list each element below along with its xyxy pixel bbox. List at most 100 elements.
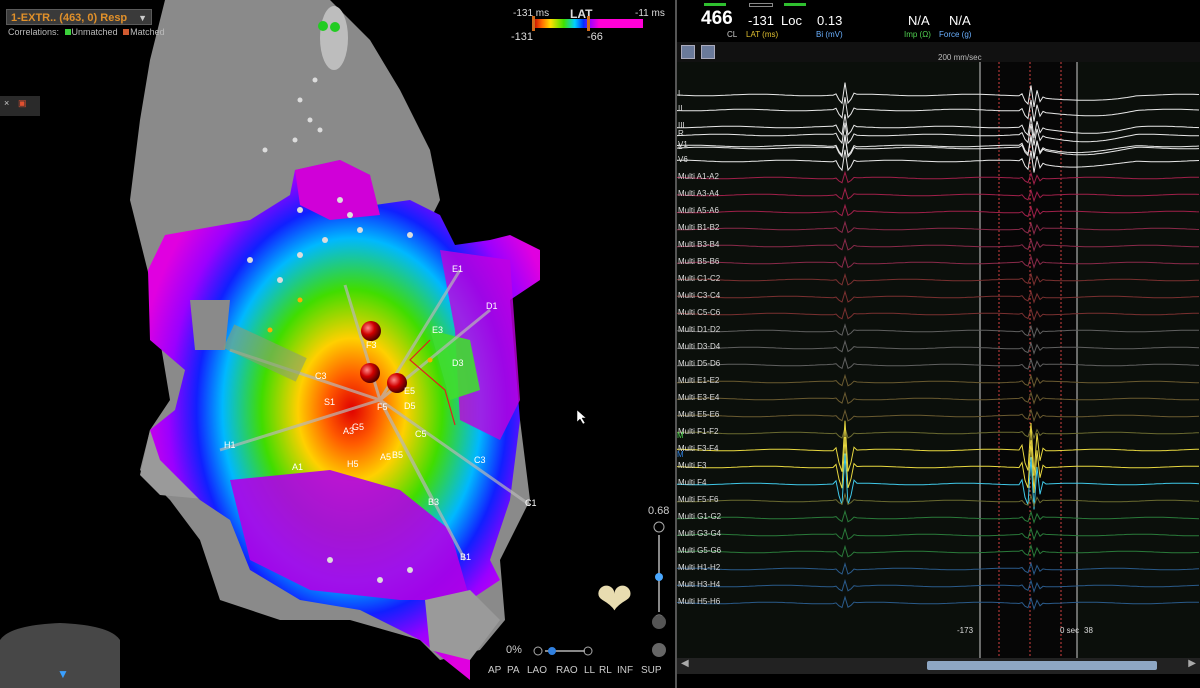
lead-label[interactable]: Multi F4 — [678, 478, 706, 487]
ecg-settings-button[interactable] — [681, 45, 695, 59]
loc-label: Loc — [781, 13, 802, 28]
view-button-ll[interactable]: LL — [584, 665, 595, 676]
ecg-trace-canvas[interactable] — [677, 62, 1200, 658]
lead-label[interactable]: II — [678, 104, 682, 113]
reset-view-icon[interactable] — [652, 615, 666, 629]
electrode-label: B1 — [460, 552, 471, 562]
lead-label[interactable]: Multi H5-H6 — [678, 597, 720, 606]
lead-label[interactable]: Multi A5-A6 — [678, 206, 719, 215]
lead-label[interactable]: Multi G1-G2 — [678, 512, 721, 521]
lat-unit-label: LAT (ms) — [746, 30, 779, 39]
lead-label[interactable]: Multi D3-D4 — [678, 342, 720, 351]
zoom-percent: 0% — [506, 644, 522, 656]
zoom-value: 0.68 — [648, 505, 670, 517]
lat-color-scale: -131 ms LAT -11 ms -131 -66 — [507, 0, 667, 46]
lead-label[interactable]: Multi C5-C6 — [678, 308, 720, 317]
electrode-label: F5 — [377, 402, 388, 412]
scroll-right-icon[interactable]: ▶ — [1188, 658, 1196, 669]
lead-label[interactable]: Multi E5-E6 — [678, 410, 719, 419]
bi-label: Bi (mV) — [816, 30, 843, 39]
view-button-inf[interactable]: INF — [617, 665, 633, 676]
lead-label[interactable]: Multi F3-F4 — [678, 444, 718, 453]
chevron-down-icon[interactable]: ▼ — [138, 10, 147, 26]
imp-value: N/A — [908, 13, 930, 28]
ecg-traces[interactable]: I II III R L V1 V6 Multi A1-A2 Multi A3-A4 Multi … — [677, 62, 1200, 658]
imp-label: Imp (Ω) — [904, 30, 931, 39]
lead-label[interactable]: Multi B5-B6 — [678, 257, 719, 266]
lead-label[interactable]: Multi A1-A2 — [678, 172, 719, 181]
lead-label[interactable]: Multi E3-E4 — [678, 393, 719, 402]
heart-icon[interactable]: ❤ — [596, 575, 633, 625]
ecg-layout-button[interactable] — [701, 45, 715, 59]
electrode-label: D3 — [452, 358, 464, 368]
view-button-sup[interactable]: SUP — [641, 665, 662, 676]
lead-label[interactable]: R — [678, 129, 684, 138]
lead-label[interactable]: Multi C3-C4 — [678, 291, 720, 300]
lead-label[interactable]: Multi B3-B4 — [678, 240, 719, 249]
view-button-ap[interactable]: AP — [488, 665, 501, 676]
bi-value: 0.13 — [817, 13, 843, 28]
electrode-label: C5 — [415, 429, 427, 439]
close-icon[interactable]: × — [4, 98, 9, 108]
mouse-cursor-icon — [576, 409, 587, 425]
map-name: 1-EXTR.. (463, 0) Resp — [11, 12, 128, 24]
lead-label[interactable]: Multi F3 — [678, 461, 706, 470]
zoom-slider-thumb[interactable] — [655, 573, 663, 581]
view-button-lao[interactable]: LAO — [527, 665, 547, 676]
electrode-label: D1 — [486, 301, 498, 311]
lead-label[interactable]: V6 — [678, 155, 688, 164]
scroll-thumb[interactable] — [927, 661, 1157, 670]
ecg-scrollbar[interactable]: ◀ ▶ — [677, 658, 1200, 674]
lead-label[interactable]: V1 — [678, 140, 688, 149]
electrode-label: S1 — [324, 397, 335, 407]
lat-high-handle[interactable] — [587, 16, 590, 31]
navigation-compass-icon[interactable]: ▼ — [57, 667, 69, 681]
matched-swatch — [123, 29, 130, 35]
lead-label[interactable]: Multi A3-A4 — [678, 189, 719, 198]
lead-label[interactable]: I — [678, 89, 680, 98]
lead-label[interactable]: Multi D5-D6 — [678, 359, 720, 368]
electrode-label: F3 — [366, 340, 377, 350]
ecg-pane: 466 CL -131 Loc LAT (ms) 0.13 Bi (mV) N/… — [677, 0, 1200, 688]
electrode-label: E1 — [452, 264, 463, 274]
map-selector[interactable]: 1-EXTR.. (463, 0) Resp ▼ — [6, 9, 152, 25]
reference-marker: M — [677, 431, 684, 440]
electrode-label: A1 — [292, 462, 303, 472]
correlations-legend: Correlations: Unmatched Matched — [8, 27, 165, 37]
lead-label[interactable]: Multi C1-C2 — [678, 274, 720, 283]
lead-label[interactable]: Multi H1-H2 — [678, 563, 720, 572]
reference-marker: M — [677, 450, 684, 459]
electrode-label: A3 — [343, 426, 354, 436]
lat-low-handle[interactable] — [532, 16, 535, 31]
view-button-pa[interactable]: PA — [507, 665, 520, 676]
timeline-zero: 0 sec — [1060, 626, 1080, 635]
lead-label[interactable]: Multi B1-B2 — [678, 223, 719, 232]
lead-label[interactable]: Multi G5-G6 — [678, 546, 721, 555]
electrode-label: B3 — [428, 497, 439, 507]
view-button-rl[interactable]: RL — [599, 665, 612, 676]
scroll-left-icon[interactable]: ◀ — [681, 658, 689, 669]
timeline-right: 38 — [1084, 626, 1093, 635]
lead-label[interactable]: Multi H3-H4 — [678, 580, 720, 589]
anatomy-map-canvas[interactable]: E1D1E3F3D3C3F5E5D5S1G5A3 C5A5 B5H5 C3C1B3B1… — [0, 0, 676, 688]
electrode-label: B5 — [392, 450, 403, 460]
tab-indicator — [704, 3, 726, 6]
electrode-label: C3 — [474, 455, 486, 465]
lead-label[interactable]: Multi G3-G4 — [678, 529, 721, 538]
lead-label[interactable]: Multi F1-F2 — [678, 427, 718, 436]
electrode-label: E5 — [404, 386, 415, 396]
lead-label[interactable]: Multi E1-E2 — [678, 376, 719, 385]
lat-high-value: -66 — [587, 31, 603, 43]
map-pane[interactable]: E1 D1 E3 F3 D3 C3 F5 E5 D5 S1 G5 A3 C5 A5 B5 H5 C3 C1 B3 B1… — [0, 0, 676, 688]
ablation-lesion — [361, 321, 381, 341]
unmatched-label: Unmatched — [71, 27, 118, 37]
cl-value: 466 — [701, 8, 733, 29]
points-tool-icon[interactable]: ▣ — [18, 98, 27, 109]
timeline-left: -173 — [957, 626, 974, 635]
sweep-speed: 200 mm/sec — [938, 53, 982, 62]
electrode-label: H1 — [224, 440, 236, 450]
lead-label[interactable]: Multi F5-F6 — [678, 495, 718, 504]
view-button-rao[interactable]: RAO — [556, 665, 578, 676]
lat-value: -131 — [748, 13, 775, 28]
lead-label[interactable]: Multi D1-D2 — [678, 325, 720, 334]
